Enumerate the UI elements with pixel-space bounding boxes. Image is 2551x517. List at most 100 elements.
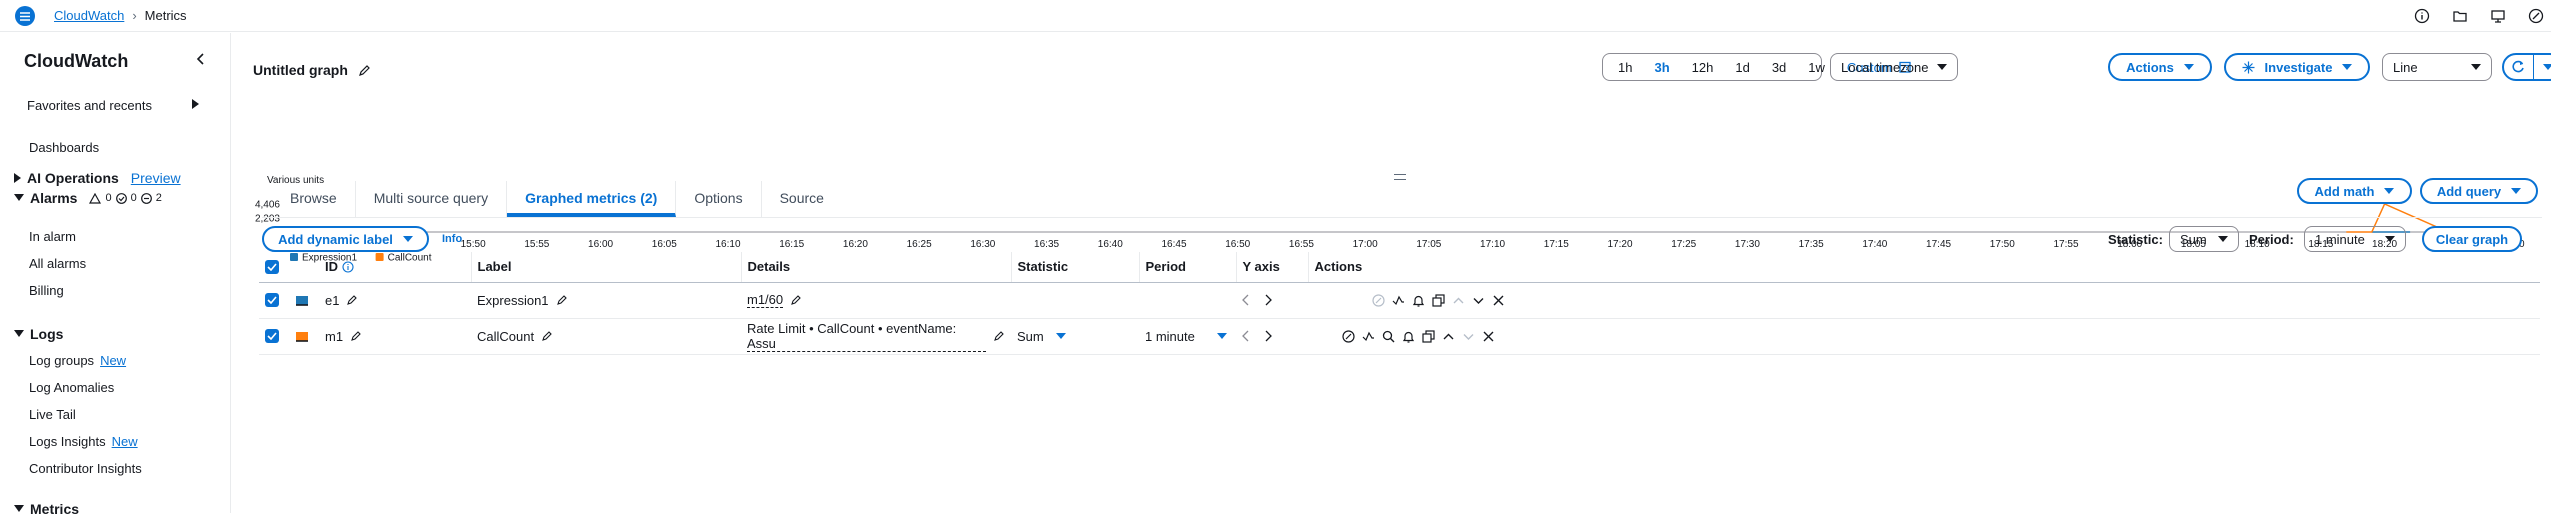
- refresh-split-button: [2502, 53, 2551, 81]
- edit-pencil-icon[interactable]: [790, 294, 802, 306]
- collapse-sidebar-icon[interactable]: [196, 52, 206, 66]
- series-color-swatch[interactable]: [289, 282, 319, 318]
- series-color-swatch[interactable]: [289, 318, 319, 354]
- x-tick-label: 17:10: [1480, 239, 1505, 250]
- tab-graphed-metrics[interactable]: Graphed metrics (2): [507, 181, 676, 217]
- new-badge[interactable]: New: [100, 353, 126, 368]
- remove-icon[interactable]: [1492, 294, 1505, 307]
- remove-icon[interactable]: [1482, 330, 1495, 343]
- refresh-icon[interactable]: [2504, 55, 2534, 79]
- sidebar-section-metrics[interactable]: Metrics: [14, 501, 79, 517]
- row-details[interactable]: m1/60: [747, 292, 783, 308]
- x-tick-label: 16:25: [907, 239, 932, 250]
- math-function-icon[interactable]: [1362, 330, 1375, 343]
- sidebar-item-dashboards[interactable]: Dashboards: [29, 140, 99, 155]
- x-tick-label: 17:40: [1862, 239, 1887, 250]
- x-tick-label: 16:30: [970, 239, 995, 250]
- info-link[interactable]: Info: [442, 233, 462, 245]
- edit-pencil-icon[interactable]: [346, 294, 358, 306]
- row-statistic-cell[interactable]: Sum: [1011, 318, 1139, 354]
- chevron-left-icon[interactable]: [1242, 330, 1250, 342]
- statistic-select[interactable]: Sum: [2169, 226, 2239, 252]
- sidebar-item-all-alarms[interactable]: All alarms: [29, 256, 86, 271]
- sidebar-item-contributor-insights[interactable]: Contributor Insights: [29, 461, 142, 476]
- menu-icon[interactable]: [15, 6, 35, 26]
- tab-multi-source-query[interactable]: Multi source query: [356, 181, 507, 217]
- add-query-button[interactable]: Add query: [2420, 178, 2538, 204]
- sidebar-section-alarms[interactable]: Alarms 0 0 2: [14, 190, 162, 206]
- folder-icon[interactable]: [2451, 7, 2469, 25]
- range-1d[interactable]: 1d: [1724, 60, 1760, 75]
- x-tick-label: 16:15: [779, 239, 804, 250]
- sidebar-section-ai-operations[interactable]: AI Operations Preview: [14, 170, 181, 186]
- row-checkbox[interactable]: [259, 282, 289, 318]
- clear-graph-button[interactable]: Clear graph: [2422, 226, 2522, 252]
- investigate-button[interactable]: Investigate: [2224, 53, 2370, 81]
- add-dynamic-label-button[interactable]: Add dynamic label: [262, 226, 429, 252]
- chevron-left-icon[interactable]: [1242, 294, 1250, 306]
- top-navigation-bar: CloudWatch › Metrics: [0, 0, 2551, 32]
- resize-handle-icon[interactable]: [1394, 174, 1406, 180]
- caret-right-icon[interactable]: [192, 99, 200, 109]
- select-all-checkbox[interactable]: [259, 252, 289, 282]
- move-up-icon[interactable]: [1442, 330, 1455, 343]
- x-tick-label: 15:55: [524, 239, 549, 250]
- range-1h[interactable]: 1h: [1607, 60, 1643, 75]
- row-details[interactable]: Rate Limit • CallCount • eventName: Assu: [747, 321, 986, 352]
- edit-pencil-icon[interactable]: [993, 330, 1005, 342]
- sidebar-item-live-tail[interactable]: Live Tail: [29, 407, 76, 422]
- tab-browse[interactable]: Browse: [272, 181, 356, 217]
- copy-icon[interactable]: [1422, 330, 1435, 343]
- sidebar-item-billing[interactable]: Billing: [29, 283, 64, 298]
- move-down-icon[interactable]: [1462, 330, 1475, 343]
- chevron-right-icon[interactable]: [1264, 330, 1272, 342]
- query-tabs: Browse Multi source query Graphed metric…: [272, 181, 842, 217]
- add-math-button[interactable]: Add math: [2297, 178, 2412, 204]
- math-function-icon[interactable]: [1392, 294, 1405, 307]
- info-icon[interactable]: [2413, 7, 2431, 25]
- edit-pencil-icon[interactable]: [350, 330, 362, 342]
- timezone-select[interactable]: Local timezone: [1830, 53, 1958, 81]
- breadcrumb-cloudwatch[interactable]: CloudWatch: [54, 8, 124, 23]
- range-3h[interactable]: 3h: [1643, 60, 1680, 75]
- row-period-cell: [1139, 282, 1236, 318]
- preview-badge[interactable]: Preview: [131, 170, 181, 186]
- sidebar-item-favorites[interactable]: Favorites and recents: [27, 98, 152, 113]
- search-icon[interactable]: [1382, 330, 1395, 343]
- chevron-right-icon[interactable]: [1264, 294, 1272, 306]
- screen-icon[interactable]: [2489, 7, 2507, 25]
- edit-pencil-icon[interactable]: [358, 64, 371, 77]
- sidebar-label-log-groups: Log groups: [29, 353, 94, 368]
- sidebar-section-logs[interactable]: Logs: [14, 326, 63, 342]
- sidebar-item-in-alarm[interactable]: In alarm: [29, 229, 76, 244]
- tab-source[interactable]: Source: [762, 181, 842, 217]
- info-icon[interactable]: [342, 261, 354, 273]
- graph-type-select[interactable]: Line: [2382, 53, 2492, 81]
- range-3d[interactable]: 3d: [1761, 60, 1797, 75]
- period-select[interactable]: 1 minute: [2304, 226, 2406, 252]
- sidebar-item-log-anomalies[interactable]: Log Anomalies: [29, 380, 114, 395]
- row-period-cell[interactable]: 1 minute: [1139, 318, 1236, 354]
- move-up-icon[interactable]: [1452, 294, 1465, 307]
- range-12h[interactable]: 12h: [1681, 60, 1725, 75]
- edit-pencil-icon[interactable]: [556, 294, 568, 306]
- bell-icon[interactable]: [1402, 330, 1415, 343]
- settings-circle-icon[interactable]: [2527, 7, 2545, 25]
- actions-button[interactable]: Actions: [2108, 53, 2212, 81]
- tab-options[interactable]: Options: [676, 181, 761, 217]
- column-header-id-label: ID: [325, 259, 338, 274]
- sidebar-item-logs-insights[interactable]: Logs InsightsNew: [29, 434, 138, 449]
- anomaly-detection-icon[interactable]: [1342, 330, 1355, 343]
- refresh-options-caret-icon[interactable]: [2534, 55, 2551, 79]
- copy-icon[interactable]: [1432, 294, 1445, 307]
- new-badge[interactable]: New: [112, 434, 138, 449]
- edit-pencil-icon[interactable]: [541, 330, 553, 342]
- sidebar-item-log-groups[interactable]: Log groups New: [29, 353, 126, 368]
- x-tick-label: 17:15: [1544, 239, 1569, 250]
- bell-icon[interactable]: [1412, 294, 1425, 307]
- caret-down-icon: [403, 236, 413, 242]
- move-down-icon[interactable]: [1472, 294, 1485, 307]
- warning-icon: [89, 193, 101, 204]
- row-checkbox[interactable]: [259, 318, 289, 354]
- anomaly-detection-icon[interactable]: [1372, 294, 1385, 307]
